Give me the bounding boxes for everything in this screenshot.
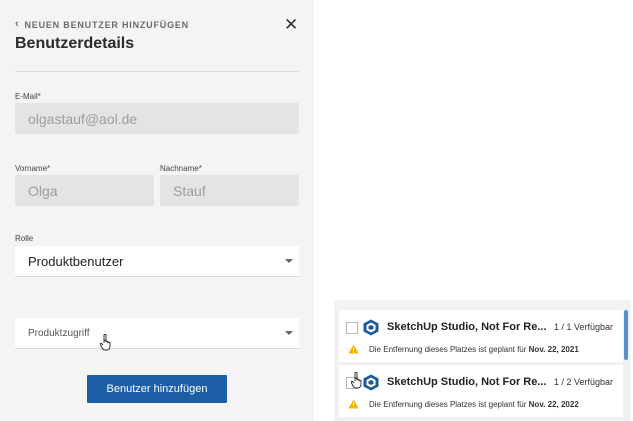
removal-note: Die Entfernung dieses Platzes ist geplan… — [369, 345, 579, 354]
product-access-select[interactable]: Produktzugriff — [15, 318, 299, 349]
warning-icon — [348, 344, 359, 354]
firstname-label: Vorname* — [15, 164, 51, 173]
close-icon[interactable]: ✕ — [284, 16, 298, 33]
role-select-value: Produktbenutzer — [28, 253, 124, 269]
product-name: SketchUp Studio, Not For Re... — [387, 321, 547, 333]
chevron-down-icon — [285, 331, 293, 335]
chevron-down-icon — [285, 259, 293, 263]
role-select[interactable]: Produktbenutzer — [15, 246, 299, 277]
availability-count: 1 / 1 Verfügbar — [553, 322, 613, 332]
product-access-placeholder: Produktzugriff — [28, 327, 90, 339]
product-name: SketchUp Studio, Not For Re... — [387, 376, 547, 388]
lastname-label: Nachname* — [160, 164, 202, 173]
page-title: Benutzerdetails — [15, 35, 135, 52]
removal-note: Die Entfernung dieses Platzes ist geplan… — [369, 400, 579, 409]
chevron-left-icon: ‹ — [15, 18, 20, 30]
hand-cursor-icon — [351, 372, 362, 389]
email-field[interactable]: olgastauf@aol.de — [15, 103, 299, 134]
back-link-label: NEUEN BENUTZER HINZUFÜGEN — [24, 19, 189, 30]
list-item[interactable]: SketchUp Studio, Not For Re... 1 / 1 Ver… — [339, 310, 623, 362]
sketchup-logo-icon — [363, 374, 379, 391]
product-checkbox[interactable] — [346, 322, 358, 334]
add-user-panel: ‹ NEUEN BENUTZER HINZUFÜGEN ✕ Benutzerde… — [0, 0, 314, 421]
removal-date: Nov. 22, 2021 — [528, 345, 579, 354]
sketchup-logo-icon — [363, 319, 379, 336]
hand-cursor-icon — [100, 334, 111, 351]
list-item[interactable]: SketchUp Studio, Not For Re... 1 / 2 Ver… — [339, 365, 623, 417]
role-label: Rolle — [15, 234, 34, 243]
lastname-field[interactable]: Stauf — [160, 175, 299, 206]
warning-icon — [348, 399, 359, 409]
add-user-button[interactable]: Benutzer hinzufügen — [87, 375, 227, 403]
email-label: E-Mail* — [15, 92, 41, 101]
scrollbar[interactable] — [624, 310, 628, 360]
availability-count: 1 / 2 Verfügbar — [553, 377, 613, 387]
divider — [15, 71, 299, 72]
firstname-field[interactable]: Olga — [15, 175, 154, 206]
removal-date: Nov. 22, 2022 — [528, 400, 579, 409]
product-dropdown-list: SketchUp Studio, Not For Re... 1 / 1 Ver… — [334, 300, 631, 421]
back-link[interactable]: ‹ NEUEN BENUTZER HINZUFÜGEN — [15, 19, 189, 30]
